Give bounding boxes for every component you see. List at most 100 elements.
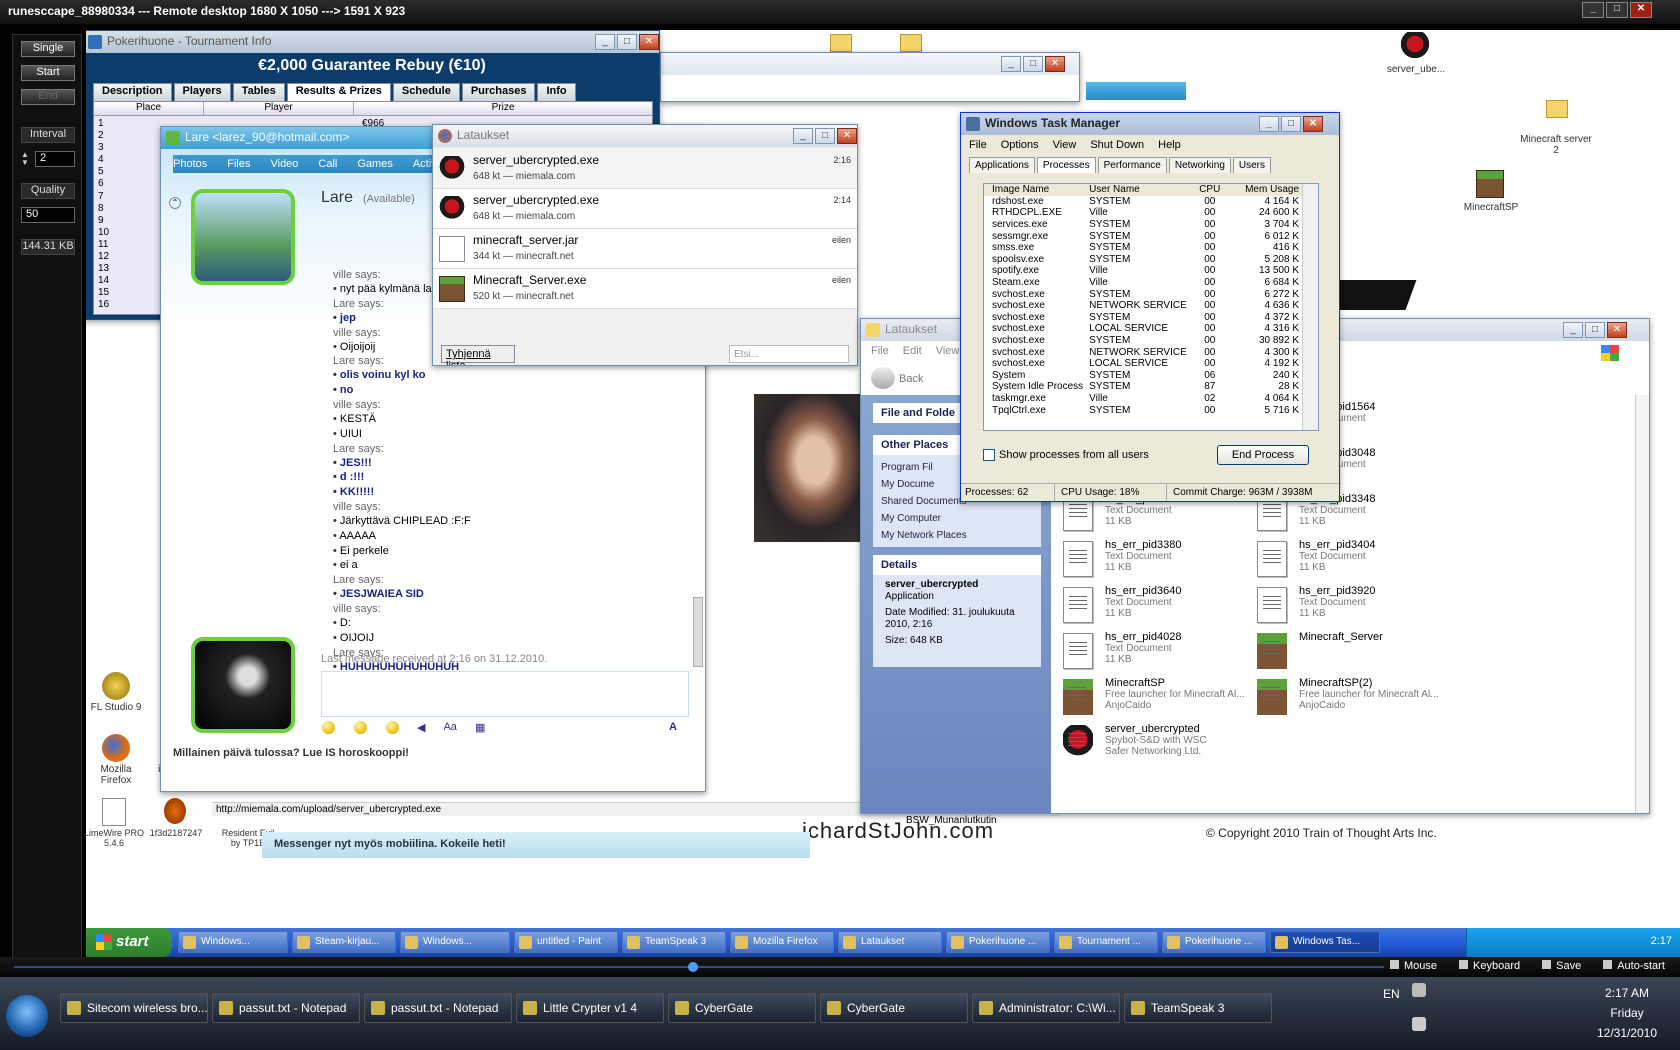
minimize-button[interactable]: _ [1582,2,1604,18]
messenger-mobile-banner[interactable]: Messenger nyt myös mobiilina. Kokeile he… [262,832,810,858]
maximize-button[interactable]: □ [1606,2,1628,18]
downloads-search-input[interactable]: Etsi... [729,345,849,363]
win7-task-button[interactable]: Administrator: C:\Wi... [972,993,1120,1023]
my-avatar[interactable] [191,637,295,733]
limewire-icon[interactable] [102,798,126,826]
win7-task-button[interactable]: TeamSpeak 3 [1124,993,1272,1023]
other-place-link[interactable]: My Network Places [881,527,1033,544]
xp-task-button[interactable]: Steam-kirjau... [292,931,396,953]
menu-item[interactable]: Help [1158,139,1181,151]
quality-input[interactable]: 50 [21,207,75,223]
process-row[interactable]: TpqlCtrl.exe SYSTEM 00 5 716 K [984,404,1302,416]
file-item[interactable]: hs_err_pid3380 Text Document 11 KB [1057,537,1247,583]
xp-task-button[interactable]: Tournament ... [1054,931,1158,953]
nudge-icon[interactable] [386,721,399,734]
mouse-toggle[interactable]: Mouse [1390,960,1437,972]
file-icon[interactable] [164,798,186,824]
background-icon[interactable]: ▦ [475,721,485,734]
process-row[interactable]: smss.exe SYSTEM 00 416 K [984,242,1302,254]
explorer-scrollbar[interactable] [1635,395,1649,813]
progress-handle[interactable] [688,962,698,972]
keyboard-toggle[interactable]: Keyboard [1459,960,1520,972]
language-indicator[interactable]: EN [1383,987,1400,1001]
task-manager-tab[interactable]: Users [1232,157,1272,173]
file-item[interactable]: Minecraft_Server [1251,629,1441,675]
font-style-icon[interactable]: A [669,721,677,733]
back-button[interactable]: Back [899,373,923,385]
message-input[interactable] [321,671,689,717]
process-row[interactable]: svchost.exe SYSTEM 00 4 372 K [984,312,1302,324]
file-item[interactable]: MinecraftSP Free launcher for Minecraft A… [1057,675,1247,721]
close-button[interactable]: ✕ [1630,2,1652,18]
menu-item[interactable]: Edit [903,345,922,357]
back-arrow-icon[interactable] [871,367,895,389]
xp-task-button[interactable]: Windows... [178,931,288,953]
poker-tab[interactable]: Schedule [392,83,460,101]
menu-item[interactable]: Shut Down [1090,139,1144,151]
menu-item[interactable]: File [969,139,987,151]
download-item[interactable]: Minecraft_Server.exe 520 kt — minecraft.n… [433,269,857,309]
win7-task-button[interactable]: passut.txt - Notepad [364,993,512,1023]
poker-tab[interactable]: Purchases [461,83,536,101]
process-row[interactable]: svchost.exe LOCAL SERVICE 00 4 192 K [984,358,1302,370]
col-cpu[interactable]: CPU [1190,184,1230,196]
save-toggle[interactable]: Save [1542,960,1581,972]
task-manager-tab[interactable]: Networking [1168,157,1231,173]
process-row[interactable]: sessmgr.exe SYSTEM 00 6 012 K [984,230,1302,242]
horoscope-ad-link[interactable]: Millainen päivä tulossa? Lue IS horoskoo… [173,747,409,759]
other-place-link[interactable]: My Computer [881,510,1033,527]
process-row[interactable]: System Idle Process SYSTEM 87 28 K [984,381,1302,393]
process-row[interactable]: svchost.exe LOCAL SERVICE 00 4 316 K [984,323,1302,335]
col-player[interactable]: Player [204,102,354,115]
xp-task-button[interactable]: Lataukset [838,931,942,953]
poker-tab[interactable]: Description [93,83,172,101]
xp-task-button[interactable]: Pokerihuone ... [946,931,1050,953]
col-image-name[interactable]: Image Name [984,184,1086,196]
xp-task-button[interactable]: Windows Tas... [1270,931,1380,953]
menu-item[interactable]: Options [1001,139,1039,151]
folder-icon[interactable] [900,34,922,52]
poker-tab[interactable]: Tables [232,83,285,101]
task-manager-tab[interactable]: Processes [1036,157,1096,173]
emoticon-icon[interactable] [322,721,335,734]
download-item[interactable]: minecraft_server.jar 344 kt — minecraft.n… [433,229,857,269]
start-button[interactable]: Start [21,65,75,81]
details-header[interactable]: Details [873,555,1041,575]
menu-item[interactable]: View [1053,139,1077,151]
process-row[interactable]: svchost.exe NETWORK SERVICE 00 4 300 K [984,346,1302,358]
process-row[interactable]: services.exe SYSTEM 00 3 704 K [984,219,1302,231]
sound-icon[interactable]: ◀ [417,721,425,734]
xp-start-button[interactable]: start [86,928,172,957]
process-row[interactable]: svchost.exe NETWORK SERVICE 00 4 636 K [984,300,1302,312]
process-row[interactable]: rdshost.exe SYSTEM 00 4 164 K [984,196,1302,208]
win7-task-button[interactable]: Sitecom wireless bro... [60,993,208,1023]
server-ubercrypted-desktop-icon[interactable] [1400,32,1430,62]
process-row[interactable]: RTHDCPL.EXE Ville 00 24 600 K [984,207,1302,219]
folder-icon[interactable] [830,34,852,52]
task-manager-tab[interactable]: Applications [969,157,1035,173]
download-item[interactable]: server_ubercrypted.exe 648 kt — miemala.c… [433,189,857,229]
process-row[interactable]: svchost.exe SYSTEM 00 30 892 K [984,335,1302,347]
chat-scrollbar[interactable] [693,597,703,667]
col-mem-usage[interactable]: Mem Usage [1230,184,1302,196]
file-item[interactable]: MinecraftSP(2) Free launcher for Minecraf… [1251,675,1441,721]
xp-task-button[interactable]: untitled - Paint [514,931,618,953]
win7-start-orb[interactable] [6,995,48,1037]
col-user-name[interactable]: User Name [1086,184,1190,196]
fl-studio-icon[interactable] [102,672,130,700]
wink-icon[interactable] [354,721,367,734]
process-list-scrollbar[interactable] [1302,184,1318,430]
show-all-users-checkbox[interactable] [983,449,995,461]
process-row[interactable]: taskmgr.exe Ville 02 4 064 K [984,393,1302,405]
xp-task-button[interactable]: Mozilla Firefox [730,931,834,953]
win7-task-button[interactable]: CyberGate [668,993,816,1023]
task-manager-tab[interactable]: Performance [1097,157,1167,173]
clear-list-button[interactable]: Tyhjennä lista [441,345,515,365]
end-process-button[interactable]: End Process [1217,445,1309,465]
file-item[interactable]: hs_err_pid4028 Text Document 11 KB [1057,629,1247,675]
col-place[interactable]: Place [94,102,204,115]
file-item[interactable]: hs_err_pid3404 Text Document 11 KB [1251,537,1441,583]
file-item[interactable]: server_ubercrypted Spybot-S&D with WSC Saf… [1057,721,1247,767]
process-row[interactable]: spoolsv.exe SYSTEM 00 5 208 K [984,254,1302,266]
poker-tab[interactable]: Info [537,83,576,101]
